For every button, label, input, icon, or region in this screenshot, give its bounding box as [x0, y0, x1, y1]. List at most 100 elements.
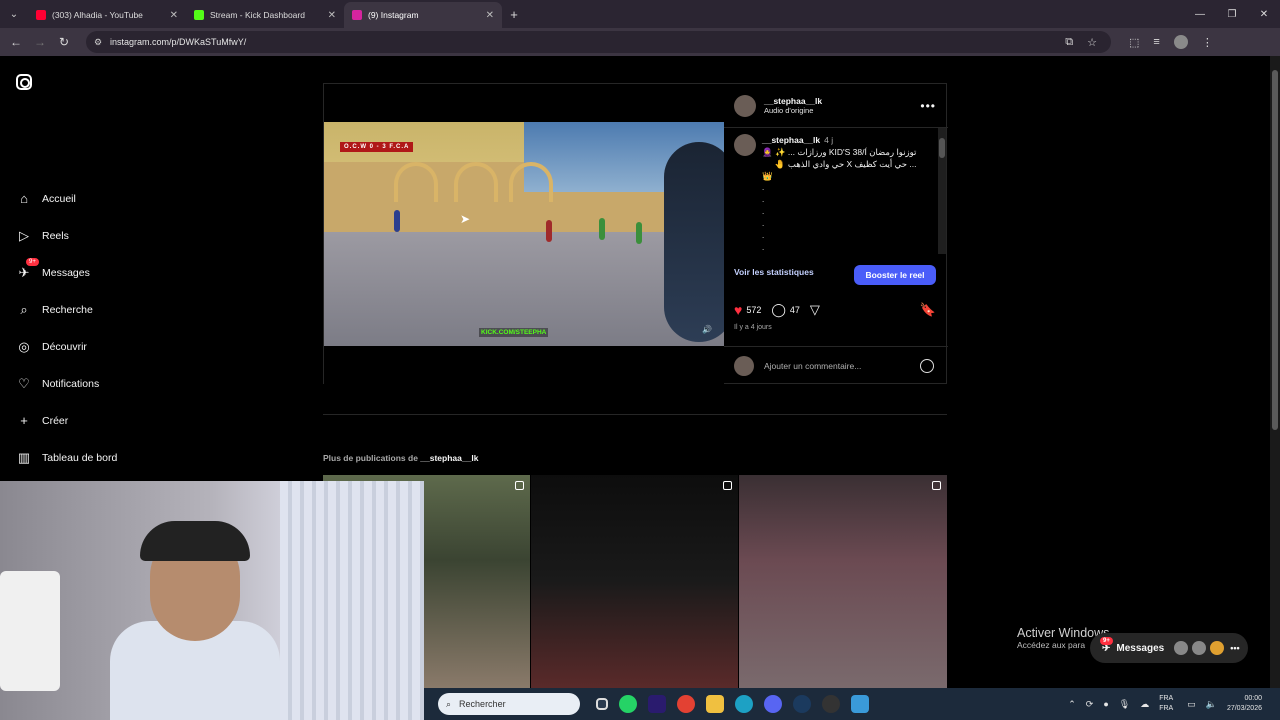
video-arch [394, 162, 438, 202]
premiere-icon[interactable] [648, 695, 666, 713]
task-view-icon[interactable] [596, 698, 608, 710]
app-tray-icon[interactable]: ● [1103, 699, 1108, 709]
volume-icon[interactable]: 🔊 [702, 325, 712, 334]
save-bookmark-icon[interactable]: 🔖 [920, 302, 936, 318]
display-icon[interactable]: ▭ [1187, 699, 1196, 710]
notification-badge: 9+ [26, 258, 39, 266]
sidebar-item-label: Reels [42, 229, 69, 242]
maximize-button[interactable]: ❐ [1216, 0, 1248, 28]
network-icon[interactable]: ☁ [1140, 699, 1149, 710]
site-info-icon[interactable]: ⚙ [94, 37, 104, 48]
reel-video[interactable]: O.C.W 0 - 3 F.C.A ➤ KICK.COM/STEEPHA 🔊 [324, 122, 724, 346]
caption-username[interactable]: __stephaa__lk [762, 135, 820, 145]
sidebar-item-tableau-de-bord[interactable]: ▥ Tableau de bord [0, 439, 200, 476]
sync-icon[interactable]: ⟳ [1086, 699, 1094, 710]
media-controls-icon[interactable]: ≡ [1153, 36, 1159, 48]
bookmark-star-icon[interactable]: ☆ [1087, 36, 1097, 49]
new-tab-button[interactable]: + [502, 7, 526, 22]
microphone-icon[interactable]: 🎙 [1119, 699, 1130, 710]
sidebar-item-label: Recherche [42, 303, 93, 316]
file-explorer-icon[interactable] [706, 695, 724, 713]
chrome-icon[interactable] [677, 695, 695, 713]
caption-line: ... حي أيت كظيف X حي وادي الذهب 🤚 [774, 159, 917, 169]
back-button[interactable]: ← [4, 35, 28, 49]
divider [323, 414, 947, 415]
taskbar-search[interactable]: ⌕ Rechercher [438, 693, 580, 715]
sidebar-item-accueil[interactable]: ⌂ Accueil [0, 180, 200, 217]
avatar[interactable] [734, 94, 756, 117]
sidebar-item-messages[interactable]: ✈ 9+ Messages [0, 254, 200, 291]
more-options-icon[interactable]: ••• [920, 99, 936, 113]
volume-icon[interactable]: 🔈 [1206, 699, 1217, 710]
webcam-chair [0, 571, 60, 691]
comment-input[interactable]: Ajouter un commentaire... [764, 361, 920, 371]
obs-icon[interactable] [822, 695, 840, 713]
sidebar-item-decouvrir[interactable]: ◎ Découvrir [0, 328, 200, 365]
post-username[interactable]: __stephaa__lk [764, 96, 920, 106]
photos-icon[interactable] [851, 695, 869, 713]
search-placeholder: Rechercher [459, 699, 506, 709]
sidebar-item-reels[interactable]: ▷ Reels [0, 217, 200, 254]
like-heart-icon[interactable]: ♥ [734, 302, 742, 318]
system-tray: ⌃ ⟳ ● 🎙 ☁ FRA FRA ▭ 🔈 00:00 27/03/2026 [1068, 688, 1280, 720]
tab-search-icon[interactable]: ⌄ [0, 0, 28, 28]
view-stats-link[interactable]: Voir les statistiques [734, 267, 814, 277]
steam-icon[interactable] [793, 695, 811, 713]
post-media: O.C.W 0 - 3 F.C.A ➤ KICK.COM/STEEPHA 🔊 [324, 84, 724, 384]
heart-icon: ♡ [18, 375, 30, 391]
tab-kick[interactable]: Stream - Kick Dashboard ✕ [186, 2, 344, 28]
reload-button[interactable]: ↻ [52, 35, 76, 49]
webcam-curtain [280, 481, 424, 720]
emoji-icon[interactable] [920, 358, 934, 373]
video-player-figure [546, 220, 552, 242]
post-thumbnail[interactable] [739, 475, 947, 688]
edge-icon[interactable] [735, 695, 753, 713]
close-window-button[interactable]: ✕ [1248, 0, 1280, 28]
close-tab-icon[interactable]: ✕ [170, 10, 178, 21]
reels-icon: ▷ [19, 227, 29, 243]
webcam-overlay [0, 481, 424, 720]
discord-icon[interactable] [764, 695, 782, 713]
comment-icon[interactable]: ◯ [771, 302, 786, 318]
post-side-panel: __stephaa__lk Audio d'origine ••• __step… [724, 84, 948, 384]
carousel-icon [723, 481, 732, 490]
tab-title: Stream - Kick Dashboard [210, 10, 305, 20]
sidebar-item-recherche[interactable]: ⌕ Recherche [0, 291, 200, 328]
address-bar[interactable]: ⚙ instagram.com/p/DWKaSTuMfwY/ ⧉ ☆ [86, 31, 1111, 53]
clock[interactable]: 00:00 27/03/2026 [1227, 694, 1262, 714]
scoreboard: O.C.W 0 - 3 F.C.A [340, 142, 414, 152]
instagram-logo-icon[interactable] [16, 74, 32, 90]
chevron-up-icon[interactable]: ⌃ [1068, 699, 1076, 710]
forward-button[interactable]: → [28, 35, 52, 49]
language-indicator[interactable]: FRA FRA [1159, 694, 1173, 714]
messages-pill[interactable]: ✈ 9+ Messages ••• [1090, 633, 1248, 663]
share-icon[interactable]: ▽ [810, 302, 820, 318]
audio-label[interactable]: Audio d'origine [764, 106, 920, 115]
close-tab-icon[interactable]: ✕ [328, 10, 336, 21]
boost-reel-button[interactable]: Booster le reel [854, 265, 936, 285]
avatar[interactable] [734, 134, 756, 156]
minimize-button[interactable]: — [1184, 0, 1216, 28]
scrollbar-thumb[interactable] [939, 138, 945, 158]
profile-avatar[interactable] [1173, 35, 1188, 49]
extensions-icon[interactable]: ⬚ [1129, 36, 1139, 49]
browser-menu-icon[interactable]: ⋮ [1202, 36, 1213, 49]
caption-scrollbar[interactable] [938, 128, 946, 254]
messages-icon: ✈ [18, 264, 30, 280]
compass-icon: ◎ [18, 338, 30, 354]
tab-youtube[interactable]: (303) Alhadia - YouTube ✕ [28, 2, 186, 28]
post-thumbnail[interactable] [531, 475, 738, 688]
install-app-icon[interactable]: ⧉ [1065, 36, 1073, 49]
sidebar-item-notifications[interactable]: ♡ Notifications [0, 365, 200, 402]
sidebar-item-label: Créer [42, 414, 69, 427]
close-tab-icon[interactable]: ✕ [486, 10, 494, 21]
more-options-icon[interactable]: ••• [1230, 643, 1239, 653]
tab-instagram[interactable]: (9) Instagram ✕ [344, 2, 502, 28]
video-player-figure [636, 222, 642, 244]
scrollbar-thumb[interactable] [1272, 70, 1278, 430]
likes-count[interactable]: 572 [746, 305, 761, 315]
more-posts-user[interactable]: __stephaa__lk [420, 453, 478, 463]
sidebar-item-creer[interactable]: + Créer [0, 402, 200, 439]
whatsapp-icon[interactable] [619, 695, 637, 713]
page-scrollbar[interactable] [1270, 56, 1280, 688]
